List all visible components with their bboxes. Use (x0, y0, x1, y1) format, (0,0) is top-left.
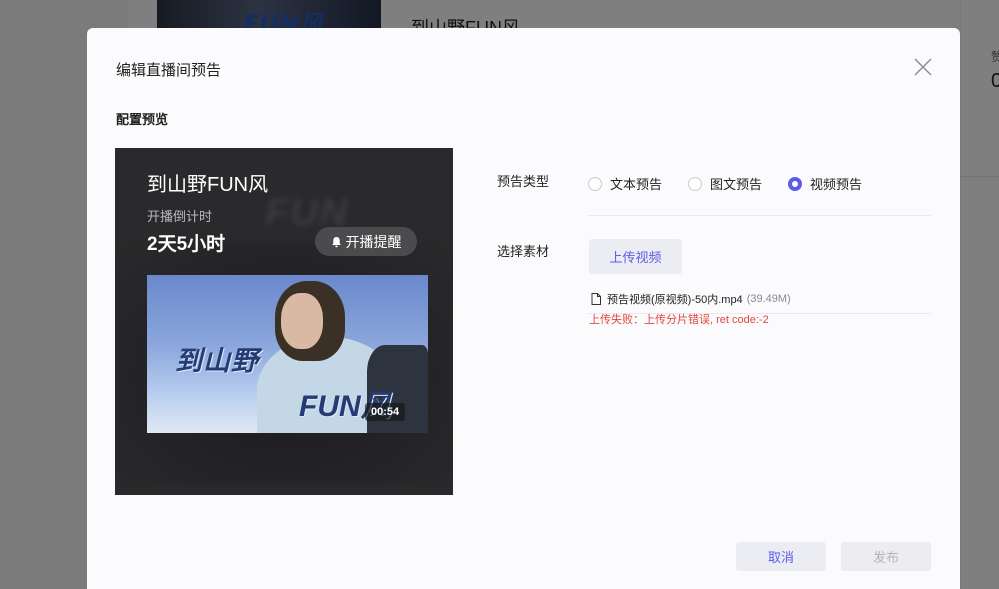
radio-video-preview[interactable]: 视频预告 (788, 174, 862, 193)
edit-preview-modal: 编辑直播间预告 配置预览 FUN 到山野FUN风 开播倒计时 2天5小时 开播提… (87, 28, 960, 589)
countdown-value: 2天5小时 (147, 234, 226, 255)
file-name: 预告视频(原视频)-50内.mp4 (607, 294, 743, 306)
radio-text-preview[interactable]: 文本预告 (588, 174, 662, 193)
radio-label: 文本预告 (610, 177, 663, 192)
remind-button[interactable]: 开播提醒 (315, 227, 417, 256)
close-icon (914, 58, 932, 76)
video-duration: 00:54 (365, 403, 406, 421)
video-thumbnail[interactable]: 到山野 FUN风 00:54 (147, 275, 428, 433)
video-figure-face (281, 293, 323, 349)
section-title: 配置预览 (116, 112, 169, 127)
material-label: 选择素材 (497, 244, 550, 259)
uploaded-file[interactable]: 预告视频(原视频)-50内.mp4 (39.49M) (591, 291, 791, 307)
countdown-label: 开播倒计时 (147, 209, 213, 224)
form-divider (588, 215, 931, 216)
cancel-button[interactable]: 取消 (736, 542, 826, 571)
radio-indicator (688, 176, 702, 191)
file-icon (591, 293, 601, 305)
radio-indicator-selected (788, 176, 802, 191)
modal-title: 编辑直播间预告 (116, 62, 222, 79)
video-overlay-text: 到山野 (175, 346, 259, 376)
radio-indicator (588, 176, 602, 191)
upload-video-button[interactable]: 上传视频 (589, 239, 682, 274)
radio-image-text-preview[interactable]: 图文预告 (688, 174, 762, 193)
remind-label: 开播提醒 (345, 233, 402, 250)
publish-button[interactable]: 发布 (841, 542, 931, 571)
file-size: (39.49M) (746, 293, 791, 305)
close-button[interactable] (912, 56, 934, 78)
preview-title: 到山野FUN风 (147, 174, 269, 196)
radio-label: 视频预告 (810, 177, 863, 192)
preview-type-label: 预告类型 (497, 174, 550, 189)
radio-label: 图文预告 (710, 177, 763, 192)
preview-card: FUN 到山野FUN风 开播倒计时 2天5小时 开播提醒 到山野 FUN风 00… (115, 148, 453, 495)
upload-error-message: 上传失败：上传分片错误, ret code:-2 (589, 314, 769, 326)
bell-icon (331, 236, 341, 247)
